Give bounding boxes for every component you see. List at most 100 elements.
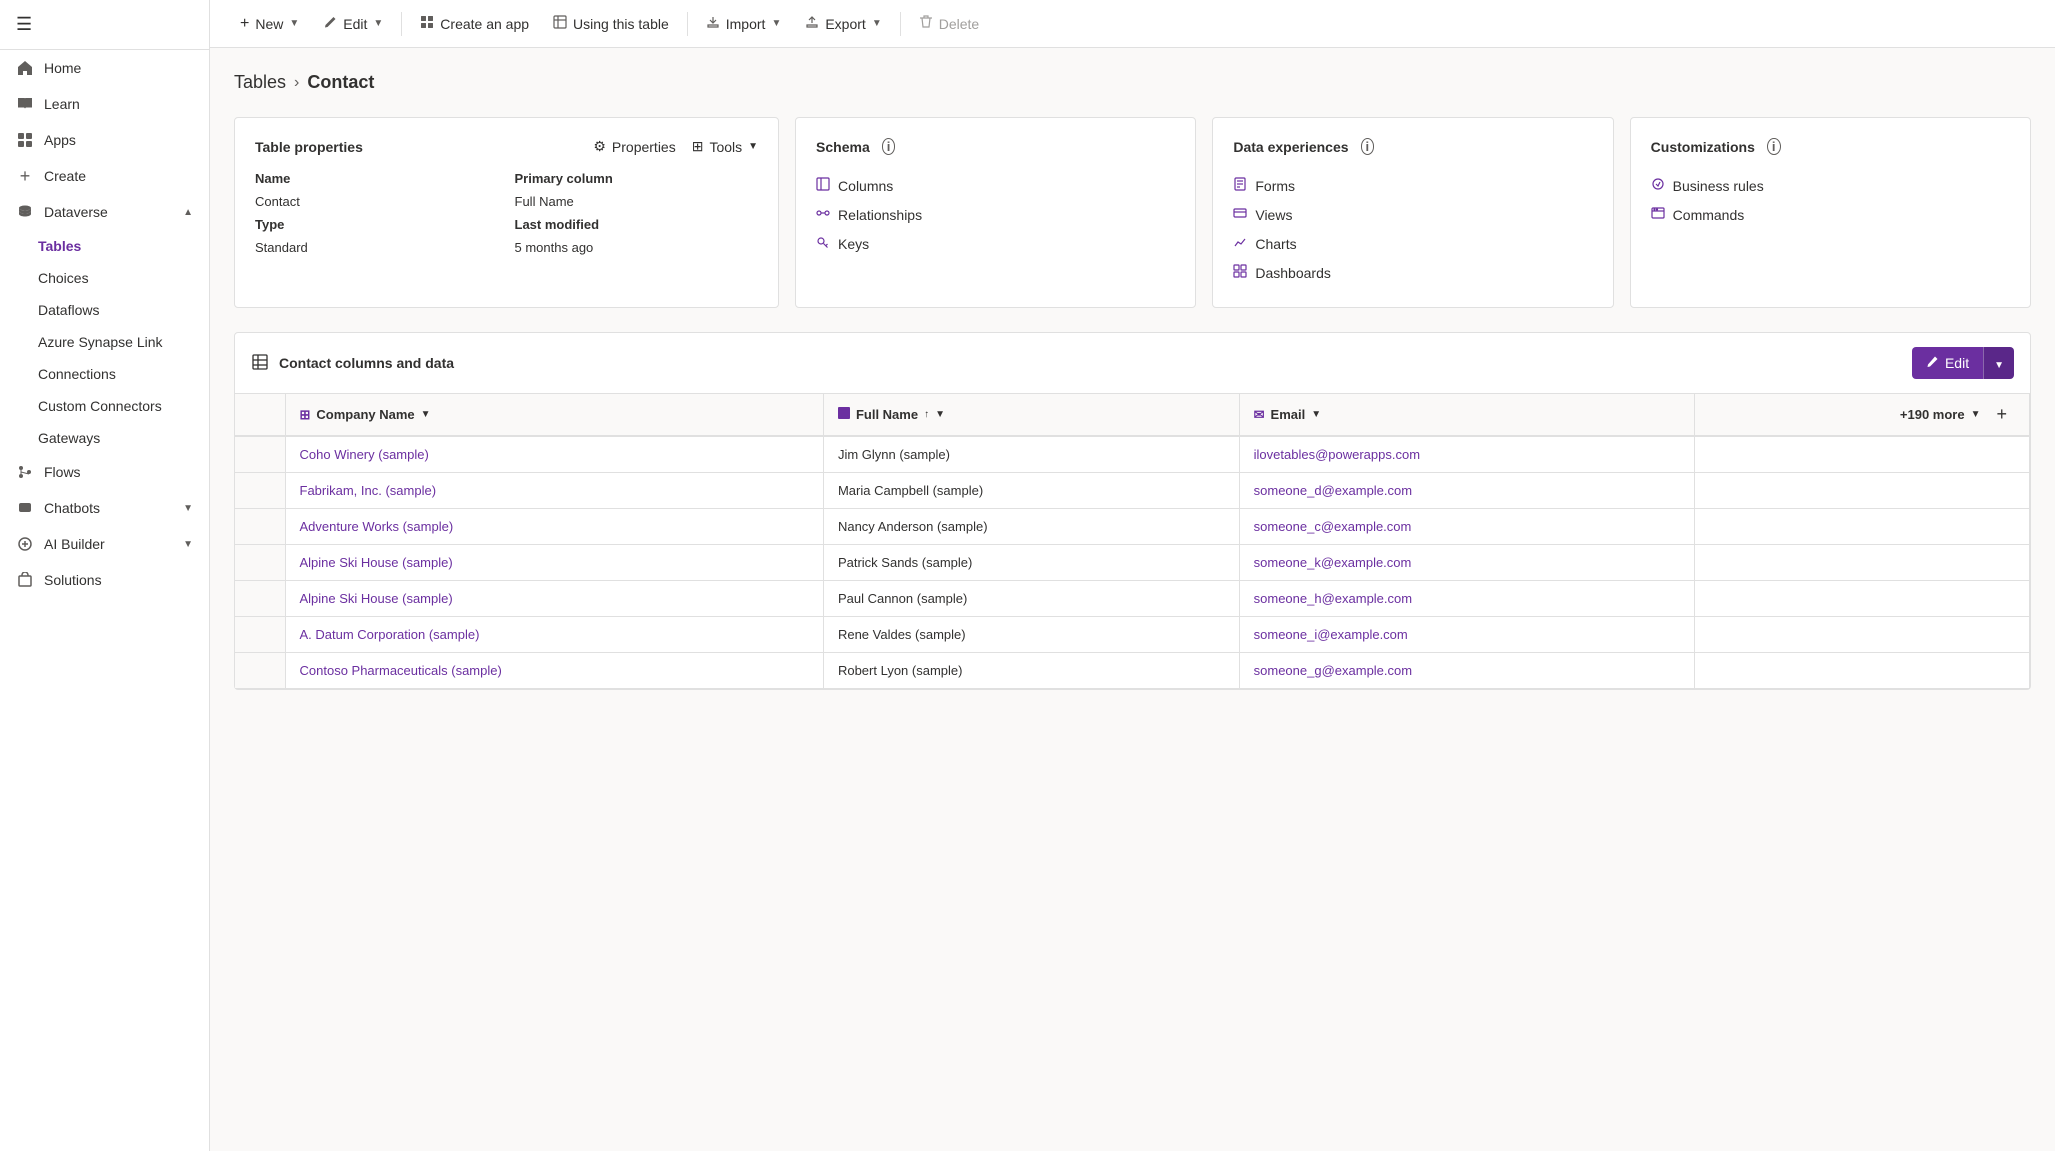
email-link[interactable]: someone_c@example.com — [1254, 519, 1412, 534]
edit-chevron-button[interactable]: ▼ — [1983, 347, 2014, 379]
edit-pencil-icon — [1926, 355, 1939, 371]
sidebar-item-chatbots[interactable]: Chatbots ▼ — [0, 490, 209, 526]
full-name-header[interactable]: Full Name ↑ ▼ — [823, 394, 1239, 436]
full-name-col-icon — [838, 407, 850, 422]
properties-button[interactable]: ⚙ Properties — [593, 138, 675, 155]
breadcrumb-parent[interactable]: Tables — [234, 72, 286, 93]
customizations-card: Customizations i Business rules C — [1630, 117, 2031, 308]
sidebar-item-create[interactable]: + Create — [0, 158, 209, 194]
email-cell: ilovetables@powerapps.com — [1239, 436, 1694, 473]
sidebar-item-choices[interactable]: Choices — [0, 262, 209, 294]
company-cell: Adventure Works (sample) — [285, 509, 823, 545]
sort-icon: ▼ — [1311, 409, 1321, 420]
table-grid-icon — [251, 353, 269, 374]
schema-card: Schema i Columns Relationships — [795, 117, 1196, 308]
dashboards-link[interactable]: Dashboards — [1233, 258, 1592, 287]
row-checkbox-cell — [235, 545, 285, 581]
company-link[interactable]: Alpine Ski House (sample) — [300, 555, 453, 570]
customizations-links: Business rules Commands — [1651, 171, 2010, 229]
company-link[interactable]: Fabrikam, Inc. (sample) — [300, 483, 437, 498]
toolbar-divider — [687, 12, 688, 36]
table-properties-card: Table properties ⚙ Properties ⊞ Tools ▼ — [234, 117, 779, 308]
company-name-header[interactable]: ⊞ Company Name ▼ — [285, 394, 823, 436]
type-label: Type — [255, 217, 499, 232]
sidebar-item-custom-connectors[interactable]: Custom Connectors — [0, 390, 209, 422]
azure-synapse-label: Azure Synapse Link — [38, 334, 163, 350]
chevron-down-icon: ▼ — [1994, 360, 2004, 371]
gateways-label: Gateways — [38, 430, 100, 446]
views-link[interactable]: Views — [1233, 200, 1592, 229]
sidebar-item-flows[interactable]: Flows — [0, 454, 209, 490]
row-checkbox-cell — [235, 581, 285, 617]
more-cols-header[interactable]: +190 more ▼ + — [1694, 394, 2029, 436]
company-link[interactable]: Contoso Pharmaceuticals (sample) — [300, 663, 502, 678]
using-table-button[interactable]: Using this table — [543, 9, 679, 38]
email-link[interactable]: someone_g@example.com — [1254, 663, 1412, 678]
email-link[interactable]: someone_i@example.com — [1254, 627, 1408, 642]
card-title-customizations: Customizations i — [1651, 138, 2010, 155]
delete-button[interactable]: Delete — [909, 9, 989, 38]
plus-icon: + — [240, 15, 249, 33]
create-app-button[interactable]: Create an app — [410, 9, 539, 38]
relationships-link[interactable]: Relationships — [816, 200, 1175, 229]
sidebar-item-gateways[interactable]: Gateways — [0, 422, 209, 454]
create-icon: + — [16, 167, 34, 185]
extra-cols-cell — [1694, 473, 2029, 509]
sidebar-item-label: Home — [44, 60, 81, 76]
email-link[interactable]: ilovetables@powerapps.com — [1254, 447, 1420, 462]
edit-button[interactable]: Edit ▼ — [313, 9, 393, 38]
sidebar-item-home[interactable]: Home — [0, 50, 209, 86]
table-row: Fabrikam, Inc. (sample)Maria Campbell (s… — [235, 473, 2030, 509]
sidebar-item-label: Apps — [44, 132, 76, 148]
sidebar-item-dataverse[interactable]: Dataverse ▲ — [0, 194, 209, 230]
relationships-icon — [816, 206, 830, 223]
email-link[interactable]: someone_h@example.com — [1254, 591, 1412, 606]
export-button[interactable]: Export ▼ — [795, 9, 891, 38]
company-link[interactable]: Alpine Ski House (sample) — [300, 591, 453, 606]
email-link[interactable]: someone_k@example.com — [1254, 555, 1412, 570]
email-col-icon: ✉ — [1254, 407, 1265, 423]
contact-data-table: ⊞ Company Name ▼ Full Name — [235, 394, 2030, 689]
cards-row: Table properties ⚙ Properties ⊞ Tools ▼ — [234, 117, 2031, 308]
commands-link[interactable]: Commands — [1651, 200, 2010, 229]
add-column-button[interactable]: + — [1988, 404, 2015, 425]
company-link[interactable]: Adventure Works (sample) — [300, 519, 454, 534]
company-cell: A. Datum Corporation (sample) — [285, 617, 823, 653]
extra-cols-cell — [1694, 653, 2029, 689]
sidebar-item-solutions[interactable]: Solutions — [0, 562, 209, 598]
sidebar-item-azure-synapse[interactable]: Azure Synapse Link — [0, 326, 209, 358]
chatbots-icon — [16, 499, 34, 517]
full-name-cell: Nancy Anderson (sample) — [823, 509, 1239, 545]
email-link[interactable]: someone_d@example.com — [1254, 483, 1412, 498]
company-link[interactable]: A. Datum Corporation (sample) — [300, 627, 480, 642]
full-name-cell: Patrick Sands (sample) — [823, 545, 1239, 581]
charts-link[interactable]: Charts — [1233, 229, 1592, 258]
sidebar-item-connections[interactable]: Connections — [0, 358, 209, 390]
sidebar-item-learn[interactable]: Learn — [0, 86, 209, 122]
forms-link[interactable]: Forms — [1233, 171, 1592, 200]
import-button[interactable]: Import ▼ — [696, 9, 792, 38]
edit-data-button[interactable]: Edit — [1912, 347, 1983, 379]
chevron-down-icon: ▼ — [748, 141, 758, 152]
new-button[interactable]: + New ▼ — [230, 9, 309, 39]
sidebar-item-dataflows[interactable]: Dataflows — [0, 294, 209, 326]
sidebar-item-tables[interactable]: Tables — [0, 230, 209, 262]
sidebar: ☰ Home Learn Apps + Create Dataverse ▲ T… — [0, 0, 210, 1151]
row-checkbox-cell — [235, 473, 285, 509]
sidebar-item-ai-builder[interactable]: AI Builder ▼ — [0, 526, 209, 562]
sidebar-item-apps[interactable]: Apps — [0, 122, 209, 158]
email-header[interactable]: ✉ Email ▼ — [1239, 394, 1694, 436]
hamburger-menu[interactable]: ☰ — [16, 14, 193, 35]
columns-link[interactable]: Columns — [816, 171, 1175, 200]
sort-icon: ▼ — [421, 409, 431, 420]
business-rules-link[interactable]: Business rules — [1651, 171, 2010, 200]
more-cols-label[interactable]: +190 more ▼ — [1900, 407, 1981, 422]
table-row: A. Datum Corporation (sample)Rene Valdes… — [235, 617, 2030, 653]
keys-link[interactable]: Keys — [816, 229, 1175, 258]
tools-button[interactable]: ⊞ Tools ▼ — [692, 138, 758, 155]
company-link[interactable]: Coho Winery (sample) — [300, 447, 429, 462]
primary-col-label: Primary column — [515, 171, 759, 186]
tools-icon: ⊞ — [692, 138, 704, 155]
sidebar-item-label: Solutions — [44, 572, 102, 588]
delete-icon — [919, 15, 933, 32]
